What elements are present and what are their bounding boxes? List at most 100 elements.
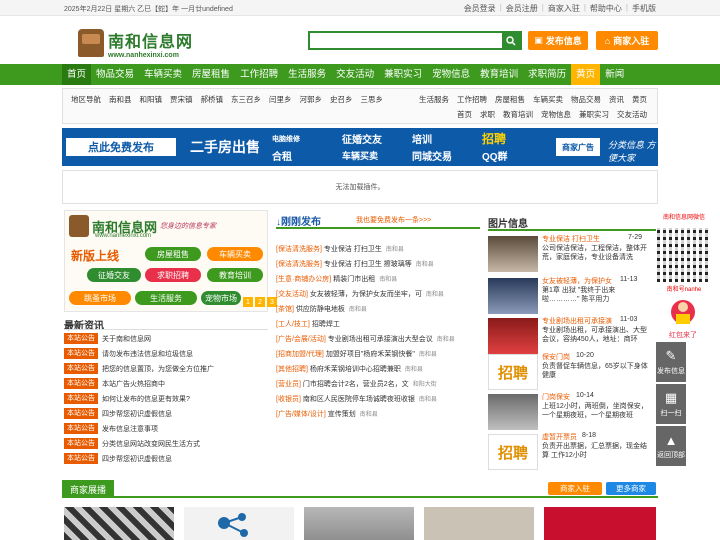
promo-dating-button[interactable]: 征婚交友 (87, 268, 141, 282)
nav-news[interactable]: 新闻 (600, 64, 629, 85)
promo-pets-button[interactable]: 宠物市场 (201, 291, 241, 305)
nav-pets[interactable]: 宠物信息 (427, 64, 475, 85)
list-item[interactable]: [保洁清洗服务] 专业保洁 打扫卫生 擦玻璃等 南和县 (276, 256, 482, 271)
list-item[interactable]: [保洁清洗服务] 专业保洁 打扫卫生 南和县 (276, 241, 482, 256)
region-link[interactable]: 郝桥镇 (201, 94, 224, 105)
promo-services-button[interactable]: 生活服务 (135, 291, 197, 305)
picture-item[interactable]: 门岗保安 10-14 上班12小时，两班倒，坐岗保安，一个星期夜班，一个星期夜班 (488, 392, 656, 432)
quick-link[interactable]: 生活服务 (419, 94, 449, 105)
region-link[interactable]: 贾宋镇 (170, 94, 193, 105)
nav-home[interactable]: 首页 (62, 64, 92, 85)
news-list: 本站公告 关于南和信息网 本站公告 请勿发布违法信息和垃圾信息 本站公告 把您的信息置… (64, 331, 268, 466)
nav-parttime[interactable]: 兼职实习 (379, 64, 427, 85)
picture-item[interactable]: 招聘 保安门岗 10-20 负责督促车辆信息，65岁以下身体健康 (488, 352, 656, 392)
promo-fleamarket-button[interactable]: 跳蚤市场 (69, 291, 131, 305)
side-post-button[interactable]: ✎ 发布信息 (656, 342, 686, 382)
quick-link[interactable]: 教育培训 (503, 109, 533, 120)
quick-link[interactable]: 兼职实习 (579, 109, 609, 120)
list-item[interactable]: 本站公告 四步帮您初识虚假信息 (64, 451, 268, 466)
list-item[interactable]: [其他招聘] 杨府禾茉钢培训中心招聘兼职 南和县 (276, 361, 482, 376)
side-scan-button[interactable]: ▦ 扫一扫 (656, 384, 686, 424)
ad-banner[interactable]: 点此免费发布 二手房出售 电脑维修 征婚交友 培训 招聘 合租 车辆买卖 同城交… (62, 128, 658, 166)
promo-box[interactable]: 南和信息网 您身边的信息专家 www.nanhexinxi.com 新版上线 房… (64, 210, 277, 312)
list-item[interactable]: 本站公告 发布信息注意事项 (64, 421, 268, 436)
picture-item[interactable]: 女友被轻薄，为保护女 11-13 第1章 出狱 "我终于出来啦…………" 陈平用力 (488, 276, 656, 316)
red-packet-icon[interactable]: 红包来了 (663, 298, 703, 340)
list-item[interactable]: 本站公告 本站广告火热招商中 (64, 376, 268, 391)
list-item[interactable]: [茶馆] 供应防静电地板 南和县 (276, 301, 482, 316)
register-link[interactable]: 会员注册 (506, 3, 538, 14)
free-post-banner-button[interactable]: 点此免费发布 (66, 138, 176, 156)
mobile-link[interactable]: 手机版 (632, 3, 656, 14)
picture-item[interactable]: 专业剧场出租可承接演 11-03 专业剧场出租，可承接演出、大型会议，容纳450人… (488, 316, 656, 356)
list-item[interactable]: 本站公告 如何让发布的信息更有效果? (64, 391, 268, 406)
quick-link[interactable]: 工作招聘 (457, 94, 487, 105)
quick-link[interactable]: 求职 (480, 109, 495, 120)
merchant-image[interactable] (424, 507, 534, 540)
list-item[interactable]: [招商加盟/代理] 加盟好项目"杨府禾茉钢快餐" 南和县 (276, 346, 482, 361)
nav-housing[interactable]: 房屋租售 (187, 64, 235, 85)
quick-link[interactable]: 交友活动 (617, 109, 647, 120)
free-post-link[interactable]: 我也要免费发布一条>>> (356, 215, 431, 225)
region-link[interactable]: 闫里乡 (269, 94, 292, 105)
promo-education-button[interactable]: 教育培训 (207, 268, 263, 282)
list-item[interactable]: [工人/技工] 招聘焊工 (276, 316, 482, 331)
list-item[interactable]: 本站公告 分类信息网站改变网民生活方式 (64, 436, 268, 451)
promo-housing-button[interactable]: 房屋租售 (145, 247, 201, 261)
merchant-join-small-button[interactable]: 商家入驻 (548, 482, 602, 495)
merchant-image[interactable] (544, 507, 656, 540)
list-item[interactable]: [收银员] 南和区人民医院停车场诚聘夜班收银 南和县 (276, 391, 482, 406)
nav-dating[interactable]: 交友活动 (331, 64, 379, 85)
nav-jobs[interactable]: 工作招聘 (235, 64, 283, 85)
picture-item[interactable]: 专业保洁 打扫卫生 7-29 公司保洁保洁，工程保洁，整体开荒，家庭保洁，专业设备… (488, 234, 656, 274)
nav-goods[interactable]: 物品交易 (91, 64, 139, 85)
region-link[interactable]: 南和县 (109, 94, 132, 105)
plugin-message: 无法加载插件。 (335, 184, 385, 191)
quick-link[interactable]: 车辆买卖 (533, 94, 563, 105)
search-button[interactable] (502, 33, 520, 48)
quick-link[interactable]: 物品交易 (571, 94, 601, 105)
site-logo[interactable]: 南和信息网 www.nanhexinxi.com (78, 27, 198, 59)
banner-category-grid: 电脑维修 征婚交友 培训 招聘 合租 车辆买卖 同城交易 QQ群 (272, 130, 552, 164)
nav-services[interactable]: 生活服务 (283, 64, 331, 85)
list-item[interactable]: 本站公告 关于南和信息网 (64, 331, 268, 346)
login-link[interactable]: 会员登录 (464, 3, 496, 14)
help-link[interactable]: 帮助中心 (590, 3, 622, 14)
nav-resume[interactable]: 求职简历 (523, 64, 571, 85)
region-link[interactable]: 东三召乡 (231, 94, 261, 105)
back-to-top-button[interactable]: ▲ 返回顶部 (656, 426, 686, 466)
list-item[interactable]: [广告/会展/活动] 专业剧场出租可承接演出大型会议 南和县 (276, 331, 482, 346)
post-info-button[interactable]: ▣ 发布信息 (528, 31, 588, 50)
list-item[interactable]: 本站公告 四步帮您初识虚假信息 (64, 406, 268, 421)
nav-vehicles[interactable]: 车辆买卖 (139, 64, 187, 85)
quick-link[interactable]: 资讯 (609, 94, 624, 105)
nav-education[interactable]: 教育培训 (475, 64, 523, 85)
quick-link[interactable]: 首页 (457, 109, 472, 120)
picture-item[interactable]: 招聘 虚暂开票员 8-18 负责开出票据，汇总票据，现金结算 工作12小时 (488, 432, 656, 472)
page-dot[interactable]: 2 (255, 297, 265, 307)
list-item[interactable]: 本站公告 把您的信息置顶，为您做全方位推广 (64, 361, 268, 376)
quick-link[interactable]: 房屋租售 (495, 94, 525, 105)
quick-link[interactable]: 黄页 (632, 94, 647, 105)
region-link[interactable]: 史召乡 (330, 94, 353, 105)
list-item[interactable]: [广告/媒体/设计] 宣传策划 南和县 (276, 406, 482, 421)
promo-jobs-button[interactable]: 求职招聘 (145, 268, 201, 282)
merchant-join-button[interactable]: ⌂ 商家入驻 (596, 31, 658, 50)
merchant-image[interactable] (184, 507, 294, 540)
search-input[interactable] (310, 33, 502, 48)
promo-vehicles-button[interactable]: 车辆买卖 (207, 247, 263, 261)
nav-yellowpages[interactable]: 黄页 (571, 64, 601, 85)
list-item[interactable]: [交友活动] 女友被轻薄，为保护女友而坐牢，可 南和县 (276, 286, 482, 301)
merchant-join-link[interactable]: 商家入驻 (548, 3, 580, 14)
merchant-image[interactable] (64, 507, 174, 540)
page-dot[interactable]: 1 (243, 297, 253, 307)
merchant-image[interactable] (304, 507, 414, 540)
list-item[interactable]: [营业员] 门市招聘会计2名，营业员2名，文 和阳大街 (276, 376, 482, 391)
more-merchants-button[interactable]: 更多商家 (606, 482, 656, 495)
region-link[interactable]: 和阳镇 (140, 94, 163, 105)
quick-link[interactable]: 宠物信息 (541, 109, 571, 120)
list-item[interactable]: [生意·商铺办公房] 精装门市出租 南和县 (276, 271, 482, 286)
region-link[interactable]: 河郭乡 (300, 94, 323, 105)
region-link[interactable]: 三思乡 (361, 94, 384, 105)
list-item[interactable]: 本站公告 请勿发布违法信息和垃圾信息 (64, 346, 268, 361)
